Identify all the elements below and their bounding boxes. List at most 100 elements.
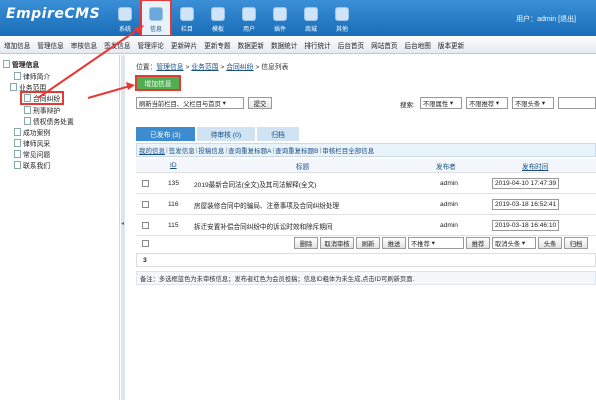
tree-item-style[interactable]: 律师风采 bbox=[14, 138, 50, 148]
folder-icon bbox=[3, 60, 10, 68]
row-time[interactable]: 2019-03-18 16:46:10 bbox=[492, 220, 560, 231]
system-icon bbox=[118, 7, 132, 21]
tree-label: 常见问题 bbox=[23, 152, 51, 159]
col-id[interactable]: ID bbox=[170, 159, 177, 172]
refresh-button[interactable]: 刷新 bbox=[356, 237, 380, 249]
menu-item[interactable]: 签发信息 bbox=[104, 40, 130, 50]
row-time[interactable]: 2019-04-10 17:47:39 bbox=[492, 178, 560, 189]
subtab-signed[interactable]: 签发信息 bbox=[169, 145, 195, 155]
search-input[interactable] bbox=[558, 97, 596, 109]
file-icon bbox=[24, 106, 31, 114]
row-title[interactable]: 房屋装修合同中的骗局、注意事项及合同纠纷处理 bbox=[194, 195, 339, 214]
recommend-select[interactable]: 不推荐 ▾ bbox=[408, 237, 464, 249]
tab-archive[interactable]: 归档 bbox=[257, 127, 299, 141]
subtab-my-info[interactable]: 我的信息 bbox=[139, 145, 165, 155]
nav-system[interactable]: 系统 bbox=[110, 0, 140, 36]
menu-item[interactable]: 审核信息 bbox=[71, 40, 97, 50]
menu-item[interactable]: 数据更新 bbox=[238, 40, 264, 50]
menu-item[interactable]: 后台地图 bbox=[405, 40, 431, 50]
nav-plugin[interactable]: 插件 bbox=[265, 0, 295, 36]
push-button[interactable]: 推送 bbox=[382, 237, 406, 249]
template-icon bbox=[211, 7, 225, 21]
tree-item-criminal[interactable]: 刑事辩护 bbox=[24, 105, 60, 115]
headline-select[interactable]: 取消头条 ▾ bbox=[492, 237, 536, 249]
nav-other[interactable]: 其他 bbox=[327, 0, 357, 36]
row-publisher: admin bbox=[440, 180, 458, 187]
breadcrumb-link[interactable]: 合同纠纷 bbox=[226, 64, 253, 71]
menu-item[interactable]: 更新专题 bbox=[204, 40, 230, 50]
delete-button[interactable]: 删除 bbox=[294, 237, 318, 249]
menu-item[interactable]: 后台首页 bbox=[338, 40, 364, 50]
row-checkbox[interactable] bbox=[142, 180, 149, 187]
tree-item-faq[interactable]: 常见问题 bbox=[14, 149, 50, 159]
row-checkbox[interactable] bbox=[142, 201, 149, 208]
page-number[interactable]: 3 bbox=[143, 257, 147, 264]
subtab-dup-title-b[interactable]: 查询重复标题B bbox=[275, 145, 318, 155]
recommend-button[interactable]: 推荐 bbox=[466, 237, 490, 249]
row-id[interactable]: 115 bbox=[168, 216, 179, 235]
nav-user[interactable]: 用户 bbox=[234, 0, 264, 36]
menu-item[interactable]: 更新碎片 bbox=[171, 40, 197, 50]
file-icon bbox=[14, 128, 21, 136]
user-info[interactable]: 用户：admin [退出] bbox=[516, 14, 576, 24]
select-all-checkbox[interactable] bbox=[142, 240, 149, 247]
nav-label: 其他 bbox=[335, 27, 348, 33]
folder-icon bbox=[10, 83, 17, 91]
row-publisher: admin bbox=[440, 201, 458, 208]
headline-filter[interactable]: 不限头条 ▾ bbox=[512, 97, 554, 109]
tree-label: 债权债务处置 bbox=[33, 119, 74, 126]
tree-item-business[interactable]: 业务范围 bbox=[10, 82, 46, 92]
select-value: 不限属性 bbox=[423, 100, 449, 108]
table-header: ID 标题 发布者 发布时间 bbox=[136, 159, 596, 173]
row-id[interactable]: 135 bbox=[168, 174, 179, 193]
menu-item[interactable]: 版本更新 bbox=[438, 40, 464, 50]
file-icon bbox=[14, 139, 21, 147]
tab-pending[interactable]: 待审核 (0) bbox=[196, 127, 256, 141]
refresh-select[interactable]: 刷新当前栏目、父栏目与首页 ▾ bbox=[136, 97, 244, 109]
sidebar-splitter[interactable]: ◂ bbox=[121, 55, 125, 400]
menu-item[interactable]: 数据统计 bbox=[271, 40, 297, 50]
menu-item[interactable]: 网站首页 bbox=[371, 40, 397, 50]
tree-item-cases[interactable]: 成功案例 bbox=[14, 127, 50, 137]
add-info-button[interactable]: 增加信息 bbox=[135, 75, 181, 91]
tree-root[interactable]: 管理信息 bbox=[3, 59, 39, 69]
nav-shop[interactable]: 商城 bbox=[296, 0, 326, 36]
file-icon bbox=[24, 117, 31, 125]
subtab-review-all[interactable]: 审核栏目全部信息 bbox=[322, 145, 374, 155]
nav-info[interactable]: 信息 bbox=[140, 0, 172, 37]
tree-item-debt[interactable]: 债权债务处置 bbox=[24, 116, 74, 126]
tab-published[interactable]: 已发布 (3) bbox=[136, 127, 195, 141]
row-time[interactable]: 2019-03-18 16:52:41 bbox=[492, 199, 560, 210]
row-checkbox[interactable] bbox=[142, 222, 149, 229]
cancel-review-button[interactable]: 取消审核 bbox=[320, 237, 354, 249]
breadcrumb-link[interactable]: 业务范围 bbox=[191, 64, 218, 71]
bulk-actions: 删除 取消审核 刷新 推送 不推荐 ▾ 推荐 取消头条 ▾ 头条 归档 bbox=[136, 237, 596, 251]
user-icon bbox=[242, 7, 256, 21]
attribute-filter[interactable]: 不限属性 ▾ bbox=[420, 97, 462, 109]
nav-column[interactable]: 栏目 bbox=[172, 0, 202, 36]
info-icon bbox=[149, 7, 163, 21]
breadcrumb-link[interactable]: 管理信息 bbox=[156, 64, 183, 71]
collapse-arrow-icon[interactable]: ◂ bbox=[121, 220, 124, 227]
archive-button[interactable]: 归档 bbox=[564, 237, 588, 249]
submit-button[interactable]: 提交 bbox=[248, 97, 272, 109]
row-title[interactable]: 拆迁安置补偿合同纠纷中的诉讼时效和除斥期间 bbox=[194, 216, 332, 235]
tree-item-contact[interactable]: 联系我们 bbox=[14, 160, 50, 170]
subtab-submissions[interactable]: 投稿信息 bbox=[198, 145, 224, 155]
menu-item[interactable]: 管理评论 bbox=[138, 40, 164, 50]
col-time[interactable]: 发布时间 bbox=[522, 159, 548, 172]
menu-item[interactable]: 管理信息 bbox=[37, 40, 63, 50]
subtab-dup-title-a[interactable]: 查询重复标题A bbox=[228, 145, 271, 155]
row-title[interactable]: 2019最新合同法(全文)及其司法解释(全文) bbox=[194, 174, 316, 193]
recommend-filter[interactable]: 不限推荐 ▾ bbox=[466, 97, 508, 109]
menu-item[interactable]: 排行统计 bbox=[304, 40, 330, 50]
tree-item-contract-dispute[interactable]: 合同纠纷 bbox=[19, 91, 65, 105]
tree-item-intro[interactable]: 律师简介 bbox=[14, 71, 50, 81]
nav-label: 插件 bbox=[273, 27, 286, 33]
nav-label: 系统 bbox=[118, 27, 131, 33]
menu-item[interactable]: 增加信息 bbox=[4, 40, 30, 50]
row-id[interactable]: 116 bbox=[168, 195, 179, 214]
nav-template[interactable]: 模板 bbox=[203, 0, 233, 36]
sidebar-tree: 管理信息 律师简介 业务范围 合同纠纷 刑事辩护 债权债务处置 成功案例 律师风… bbox=[0, 55, 120, 400]
headline-button[interactable]: 头条 bbox=[538, 237, 562, 249]
